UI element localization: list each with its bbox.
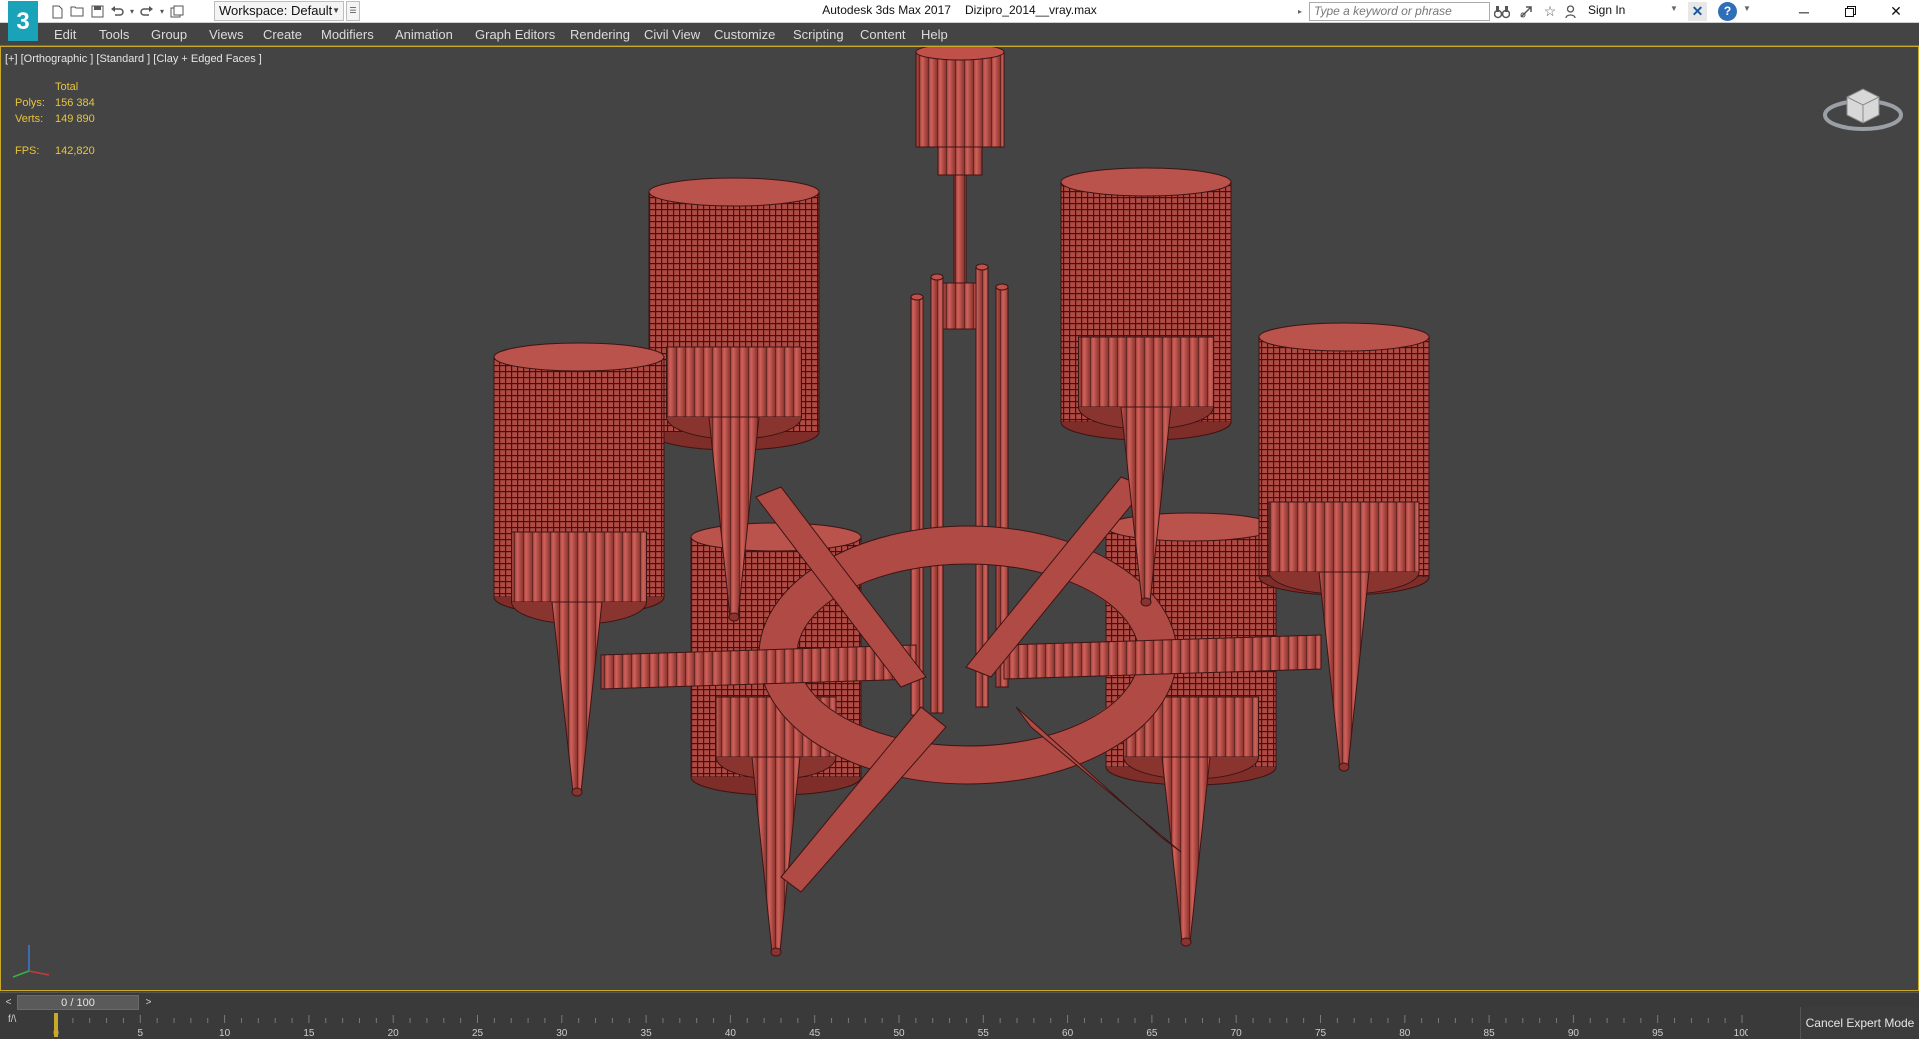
vertical-rod — [975, 266, 989, 708]
frame-tick-label: 15 — [303, 1028, 315, 1039]
search-expand-icon[interactable]: ▸ — [1298, 2, 1308, 21]
rod-cap — [995, 283, 1009, 291]
top-right-lampshade-top — [1060, 167, 1232, 197]
shade-collar — [511, 531, 647, 603]
file-name: Dizipro_2014__vray.max — [964, 3, 1097, 17]
frame-ruler[interactable]: 0510152025303540455055606570758085909510… — [48, 1011, 1748, 1039]
communication-center-icon[interactable] — [1516, 2, 1536, 21]
app-logo-icon[interactable]: 3 — [8, 1, 38, 41]
frame-tick-label: 45 — [809, 1028, 821, 1039]
frame-tick-label: 5 — [138, 1028, 144, 1039]
frame-tick-label: 85 — [1484, 1028, 1496, 1039]
menu-content[interactable]: Content — [860, 27, 906, 42]
frame-tick-label: 35 — [641, 1028, 653, 1039]
menu-views[interactable]: Views — [209, 27, 243, 42]
window-title: Autodesk 3ds Max 2017 Dizipro_2014__vray.… — [0, 3, 1919, 17]
frame-tick-label: 55 — [978, 1028, 990, 1039]
frame-tick-label: 75 — [1315, 1028, 1327, 1039]
frame-tick-label: 90 — [1568, 1028, 1580, 1039]
frame-tick-label: 40 — [725, 1028, 737, 1039]
help-icon[interactable]: ? — [1718, 2, 1737, 21]
finial-tip — [1140, 597, 1152, 607]
menu-modifiers[interactable]: Modifiers — [321, 27, 374, 42]
track-bar[interactable]: f/\ 051015202530354045505560657075808590… — [0, 1011, 1800, 1039]
shade-collar — [1078, 336, 1214, 408]
perspective-viewport[interactable]: [+] [Orthographic ] [Standard ] [Clay + … — [0, 46, 1919, 991]
finial-tip — [770, 947, 782, 957]
menu-help[interactable]: Help — [921, 27, 948, 42]
menu-edit[interactable]: Edit — [54, 27, 76, 42]
shade-collar — [666, 346, 802, 418]
time-slider-bar: < 0 / 100 > — [0, 992, 1919, 1011]
curve-editor-toggle[interactable]: f/\ — [8, 1014, 16, 1025]
left-lampshade-top — [493, 342, 665, 372]
sign-in-link[interactable]: Sign In — [1588, 3, 1625, 17]
frame-tick-label: 65 — [1146, 1028, 1158, 1039]
frame-tick-label: 10 — [219, 1028, 231, 1039]
menu-tools[interactable]: Tools — [99, 27, 129, 42]
frame-tick-label: 25 — [472, 1028, 484, 1039]
frame-tick-label: 95 — [1652, 1028, 1664, 1039]
stem-hub — [940, 282, 980, 330]
cancel-expert-mode-button[interactable]: Cancel Expert Mode — [1800, 1007, 1919, 1039]
cone-finial — [1161, 756, 1211, 943]
canopy-collar — [937, 146, 983, 176]
user-icon — [1564, 2, 1576, 21]
top-left-lampshade-top — [648, 177, 820, 207]
menu-bar: Edit Tools Group Views Create Modifiers … — [0, 23, 1919, 46]
restore-icon[interactable] — [1827, 0, 1873, 23]
frame-tick-label: 30 — [556, 1028, 568, 1039]
canopy-top — [915, 47, 1005, 61]
canopy-cylinder — [915, 51, 1005, 148]
rod-cap — [930, 273, 944, 281]
cone-finial — [751, 756, 801, 953]
cone-finial — [1318, 571, 1370, 768]
chandelier-model[interactable] — [1, 47, 1918, 990]
menu-graph-editors[interactable]: Graph Editors — [475, 27, 555, 42]
frame-tick-label: 70 — [1231, 1028, 1243, 1039]
finial-tip — [1180, 937, 1192, 947]
svg-text:3: 3 — [16, 8, 29, 35]
menu-customize[interactable]: Customize — [714, 27, 775, 42]
binoculars-icon[interactable] — [1492, 2, 1512, 21]
frame-tick-label: 80 — [1399, 1028, 1411, 1039]
title-bar: 3 ▾ ▾ Workspace: Default ▼ ☰ Autodesk 3d… — [0, 0, 1919, 41]
finial-tip — [1338, 762, 1350, 772]
frame-tick-label: 50 — [893, 1028, 905, 1039]
menu-animation[interactable]: Animation — [395, 27, 453, 42]
time-slider[interactable]: 0 / 100 — [17, 995, 139, 1010]
right-lampshade-top — [1258, 322, 1430, 352]
finial-tip — [571, 787, 583, 797]
close-icon[interactable]: ✕ — [1873, 0, 1919, 23]
rear-right-lampshade-top — [1105, 512, 1277, 542]
sign-in-dropdown-icon[interactable]: ▼ — [1670, 4, 1678, 13]
current-frame-marker — [54, 1013, 58, 1037]
exchange-apps-icon[interactable]: ✕ — [1688, 2, 1707, 21]
app-name: Autodesk 3ds Max 2017 — [822, 3, 951, 17]
frame-tick-label: 20 — [388, 1028, 400, 1039]
frame-tick-label: 60 — [1062, 1028, 1074, 1039]
hanging-stem — [953, 174, 967, 286]
rod-cap — [910, 293, 924, 301]
menu-create[interactable]: Create — [263, 27, 302, 42]
menu-rendering[interactable]: Rendering — [570, 27, 630, 42]
help-dropdown-icon[interactable]: ▼ — [1743, 4, 1751, 13]
cone-finial — [551, 601, 603, 793]
next-frame-icon[interactable]: > — [142, 995, 155, 1010]
finial-tip — [728, 612, 740, 622]
vertical-rod — [930, 276, 944, 714]
frame-tick-label: 100 — [1734, 1028, 1748, 1039]
menu-civil-view[interactable]: Civil View — [644, 27, 700, 42]
search-input[interactable]: Type a keyword or phrase — [1309, 2, 1490, 21]
minimize-icon[interactable]: ─ — [1781, 0, 1827, 23]
left-arm — [600, 644, 917, 690]
favorites-star-icon[interactable]: ☆ — [1540, 2, 1560, 21]
axis-tripod-icon — [12, 945, 50, 978]
menu-scripting[interactable]: Scripting — [793, 27, 844, 42]
previous-frame-icon[interactable]: < — [2, 995, 15, 1010]
menu-group[interactable]: Group — [151, 27, 187, 42]
shade-collar — [1268, 501, 1420, 573]
rear-left-lampshade-top — [690, 522, 862, 552]
rod-cap — [975, 263, 989, 271]
